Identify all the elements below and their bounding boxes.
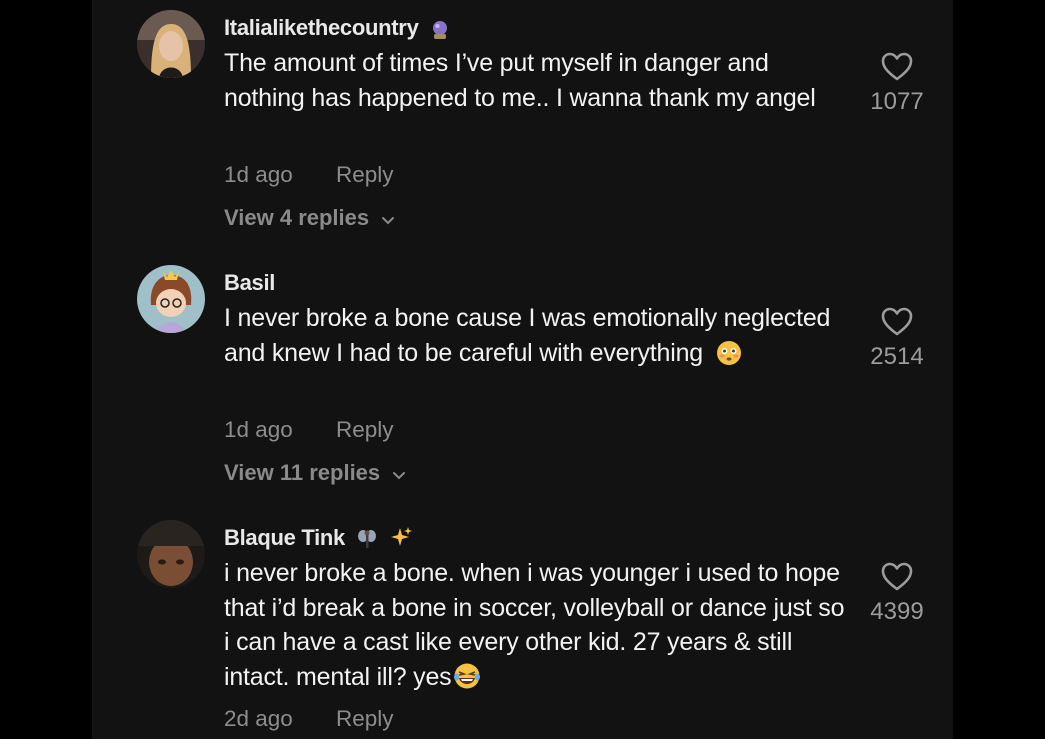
reply-button[interactable]: Reply bbox=[336, 162, 394, 188]
fairy-icon bbox=[357, 528, 377, 556]
reply-button[interactable]: Reply bbox=[336, 417, 394, 443]
like-count: 1077 bbox=[870, 88, 924, 115]
comment-time: 2d ago bbox=[224, 706, 293, 731]
comment-text: i never broke a bone. when i was younger… bbox=[224, 556, 849, 699]
username[interactable]: Italialikethecountry bbox=[224, 15, 450, 46]
comment-time: 1d ago bbox=[224, 162, 293, 187]
view-replies-button[interactable]: View 11 replies bbox=[224, 460, 406, 487]
comment-text: I never broke a bone cause I was emotion… bbox=[224, 301, 849, 375]
heart-icon bbox=[852, 307, 942, 337]
avatar[interactable] bbox=[137, 265, 205, 333]
comment-text: The amount of times I’ve put myself in d… bbox=[224, 49, 816, 112]
like-button[interactable]: 2514 bbox=[852, 307, 942, 371]
laughing-tears-emoji bbox=[453, 662, 481, 700]
username[interactable]: Basil bbox=[224, 270, 275, 296]
heart-icon bbox=[852, 52, 942, 82]
avatar[interactable] bbox=[137, 520, 205, 588]
like-count: 4399 bbox=[870, 598, 924, 625]
like-button[interactable]: 4399 bbox=[852, 562, 942, 626]
view-replies-button[interactable]: View 4 replies bbox=[224, 205, 395, 232]
crystal-ball-icon bbox=[430, 20, 450, 46]
comments-panel: Italialikethecountry The amount of times… bbox=[92, 0, 953, 739]
comment-meta: 1d ago Reply bbox=[224, 417, 394, 443]
like-button[interactable]: 1077 bbox=[852, 52, 942, 116]
like-count: 2514 bbox=[870, 343, 924, 370]
avatar[interactable] bbox=[137, 10, 205, 78]
heart-icon bbox=[852, 562, 942, 592]
sparkles-icon bbox=[389, 526, 413, 556]
flushed-face-emoji bbox=[716, 340, 742, 376]
chevron-down-icon bbox=[392, 461, 406, 487]
chevron-down-icon bbox=[381, 206, 395, 232]
reply-button[interactable]: Reply bbox=[336, 706, 394, 732]
username[interactable]: Blaque Tink bbox=[224, 525, 413, 556]
comment-meta: 1d ago Reply bbox=[224, 162, 394, 188]
comment-meta: 2d ago Reply bbox=[224, 706, 394, 732]
comment-time: 1d ago bbox=[224, 417, 293, 442]
